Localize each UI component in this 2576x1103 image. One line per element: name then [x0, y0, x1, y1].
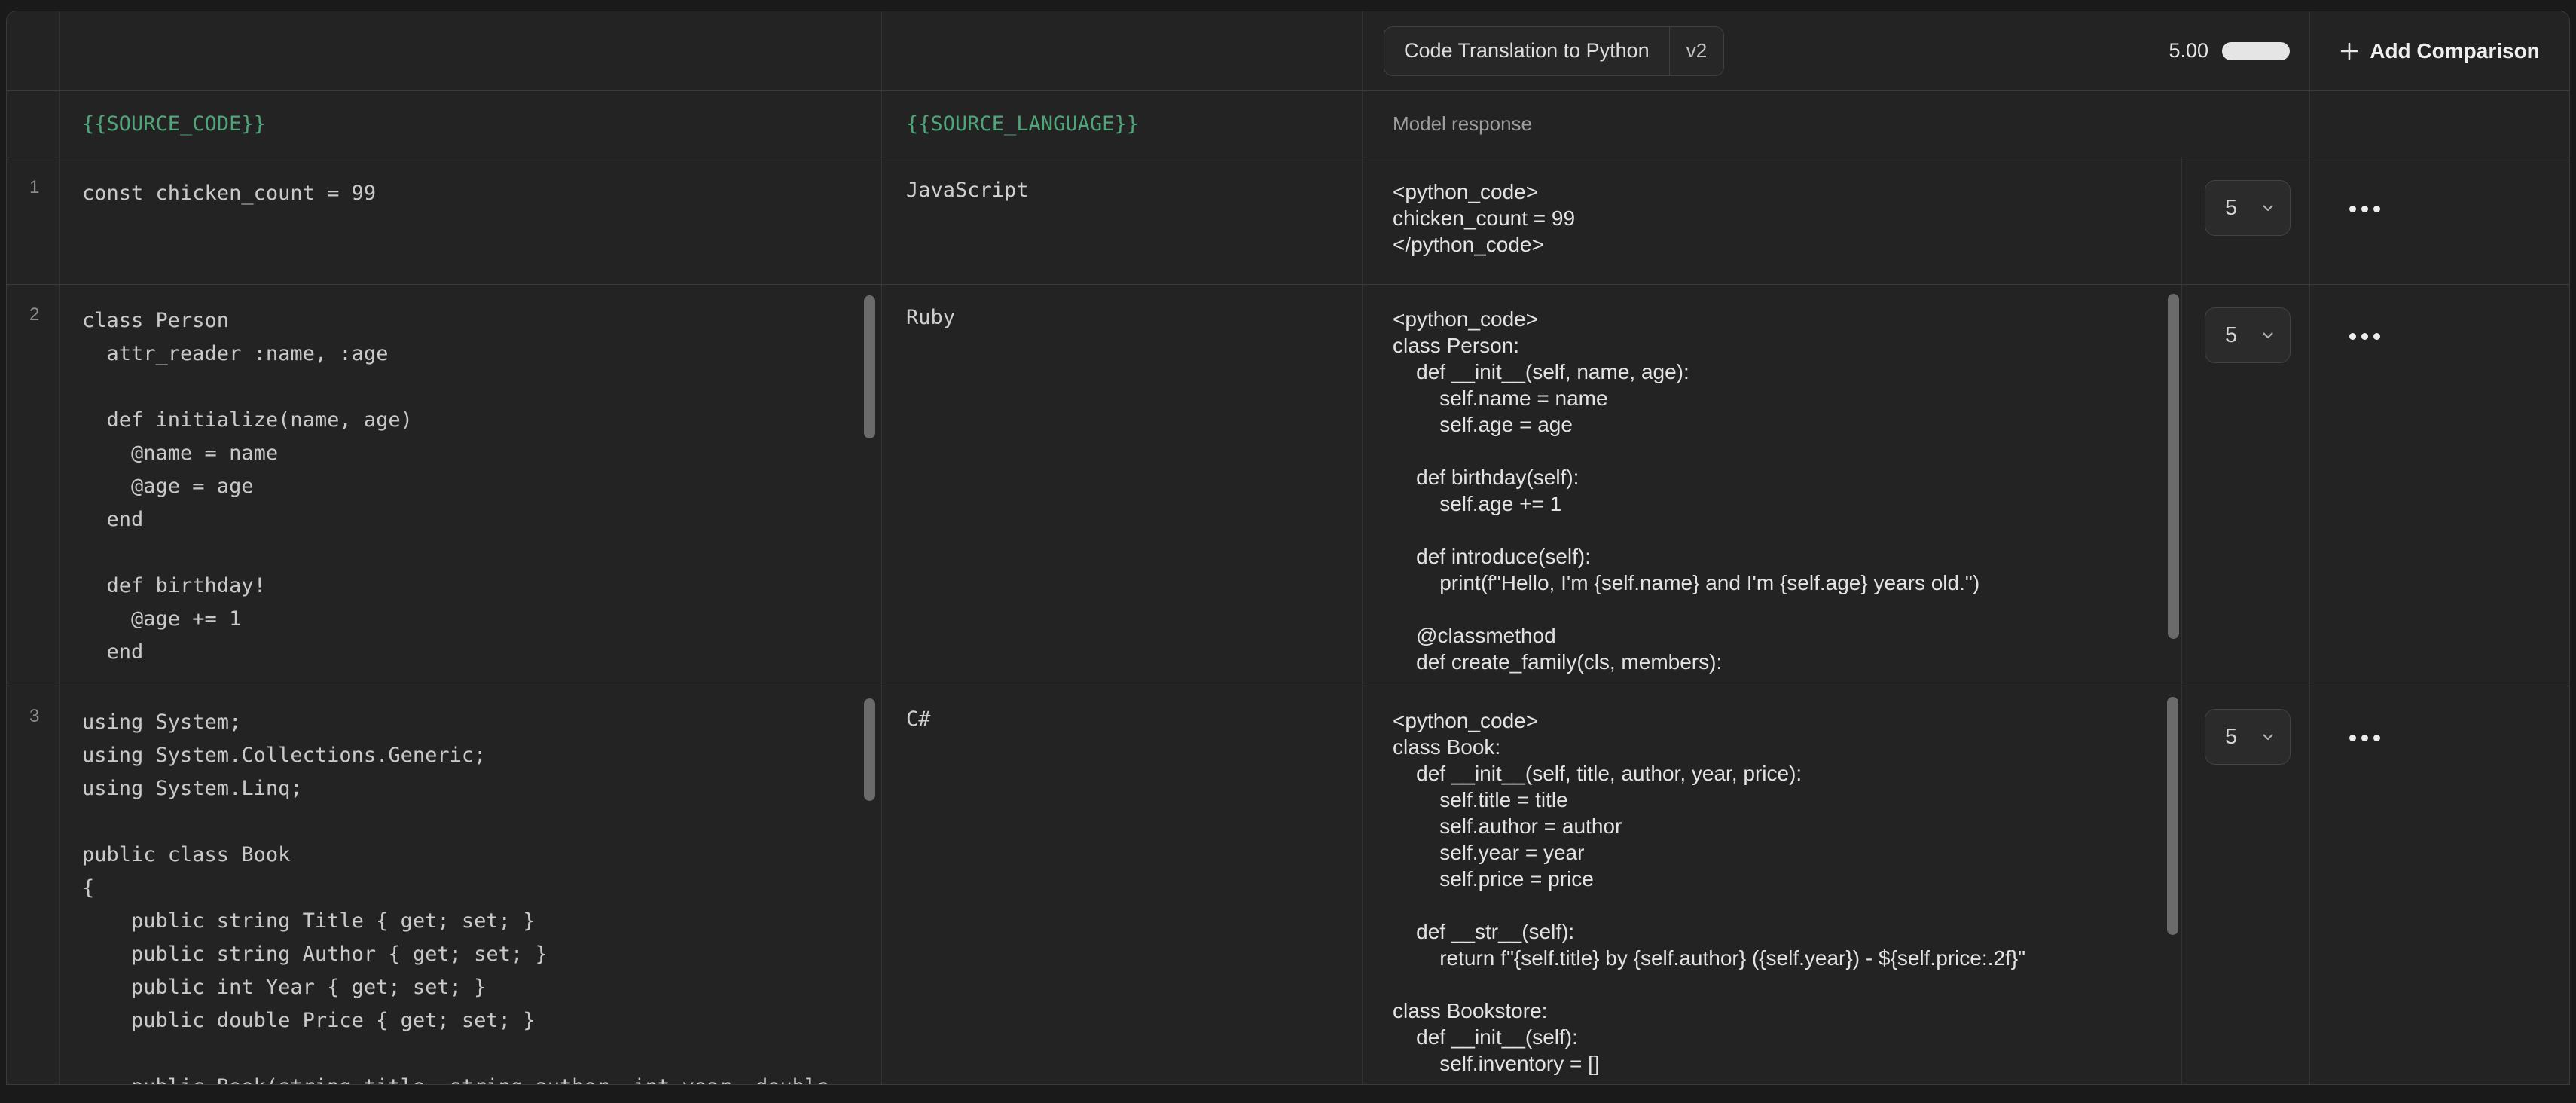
chevron-down-icon [2260, 327, 2276, 344]
prompt-header-cell: Code Translation to Python v2 5.00 [1363, 11, 2310, 91]
colheader-source-language[interactable]: {{SOURCE_LANGUAGE}} [882, 91, 1363, 157]
colheader-actions [2310, 91, 2569, 157]
source-code-cell[interactable]: class Person attr_reader :name, :age def… [60, 285, 882, 686]
source-language-cell[interactable]: JavaScript [882, 157, 1363, 285]
colheader-model-response[interactable]: Model response [1363, 91, 2310, 157]
row-actions-cell [2310, 686, 2569, 1085]
score-value: 5 [2225, 725, 2237, 750]
model-response-cell[interactable]: <python_code> class Book: def __init__(s… [1363, 686, 2182, 1085]
score-summary: 5.00 [2169, 39, 2290, 63]
score-select[interactable]: 5 [2205, 709, 2291, 765]
row-number: 1 [7, 157, 60, 285]
prompt-name: Code Translation to Python [1384, 27, 1669, 75]
row-actions-cell [2310, 157, 2569, 285]
scrollbar-thumb[interactable] [2168, 294, 2179, 639]
colheader-source-code[interactable]: {{SOURCE_CODE}} [60, 91, 882, 157]
model-response-label: Model response [1393, 112, 1532, 136]
score-value: 5 [2225, 196, 2237, 221]
score-cell: 5 [2182, 285, 2310, 686]
app-root: { "header": { "prompt": { "name": "Code … [0, 0, 2576, 1103]
scrollbar-thumb[interactable] [2167, 697, 2178, 935]
source-code-cell[interactable]: const chicken_count = 99 [60, 157, 882, 285]
score-select[interactable]: 5 [2205, 307, 2291, 363]
row-menu-button[interactable] [2349, 206, 2569, 212]
row-number: 3 [7, 686, 60, 1085]
score-select[interactable]: 5 [2205, 180, 2291, 236]
source-code-text: const chicken_count = 99 [82, 177, 863, 210]
model-response-text: <python_code> class Book: def __init__(s… [1393, 707, 2163, 1077]
prompt-version-badge: v2 [1669, 27, 1723, 75]
chevron-down-icon [2260, 200, 2276, 216]
source-code-variable-label: {{SOURCE_CODE}} [82, 112, 266, 136]
source-language-variable-label: {{SOURCE_LANGUAGE}} [906, 112, 1139, 136]
plus-icon [2339, 41, 2359, 61]
eval-table: Code Translation to Python v2 5.00 Add C… [6, 11, 2570, 1085]
average-score: 5.00 [2169, 39, 2208, 63]
score-cell: 5 [2182, 686, 2310, 1085]
row-number: 2 [7, 285, 60, 686]
row-menu-button[interactable] [2349, 735, 2569, 741]
chevron-down-icon [2260, 729, 2276, 745]
score-bar [2222, 42, 2290, 60]
header-source-code-spacer [60, 11, 882, 91]
scrollbar-thumb[interactable] [864, 698, 875, 801]
add-comparison-label: Add Comparison [2370, 39, 2540, 63]
ellipsis-icon [2349, 333, 2356, 340]
source-language-cell[interactable]: C# [882, 686, 1363, 1085]
model-response-cell[interactable]: <python_code> class Person: def __init__… [1363, 285, 2182, 686]
header-rownum-spacer [7, 11, 60, 91]
header-source-language-spacer [882, 11, 1363, 91]
model-response-text: <python_code> class Person: def __init__… [1393, 306, 2163, 675]
source-language-cell[interactable]: Ruby [882, 285, 1363, 686]
add-comparison-button[interactable]: Add Comparison [2310, 11, 2569, 91]
source-code-cell[interactable]: using System; using System.Collections.G… [60, 686, 882, 1085]
ellipsis-icon [2349, 206, 2356, 212]
row-menu-button[interactable] [2349, 333, 2569, 340]
model-response-cell[interactable]: <python_code> chicken_count = 99 </pytho… [1363, 157, 2182, 285]
score-value: 5 [2225, 323, 2237, 348]
model-response-text: <python_code> chicken_count = 99 </pytho… [1393, 179, 2163, 258]
ellipsis-icon [2349, 735, 2356, 741]
source-code-text: class Person attr_reader :name, :age def… [82, 304, 863, 669]
score-cell: 5 [2182, 157, 2310, 285]
source-code-text: using System; using System.Collections.G… [82, 706, 863, 1085]
row-actions-cell [2310, 285, 2569, 686]
colheader-rownum [7, 91, 60, 157]
prompt-version-button[interactable]: Code Translation to Python v2 [1384, 26, 1724, 76]
scrollbar-thumb[interactable] [864, 295, 875, 438]
